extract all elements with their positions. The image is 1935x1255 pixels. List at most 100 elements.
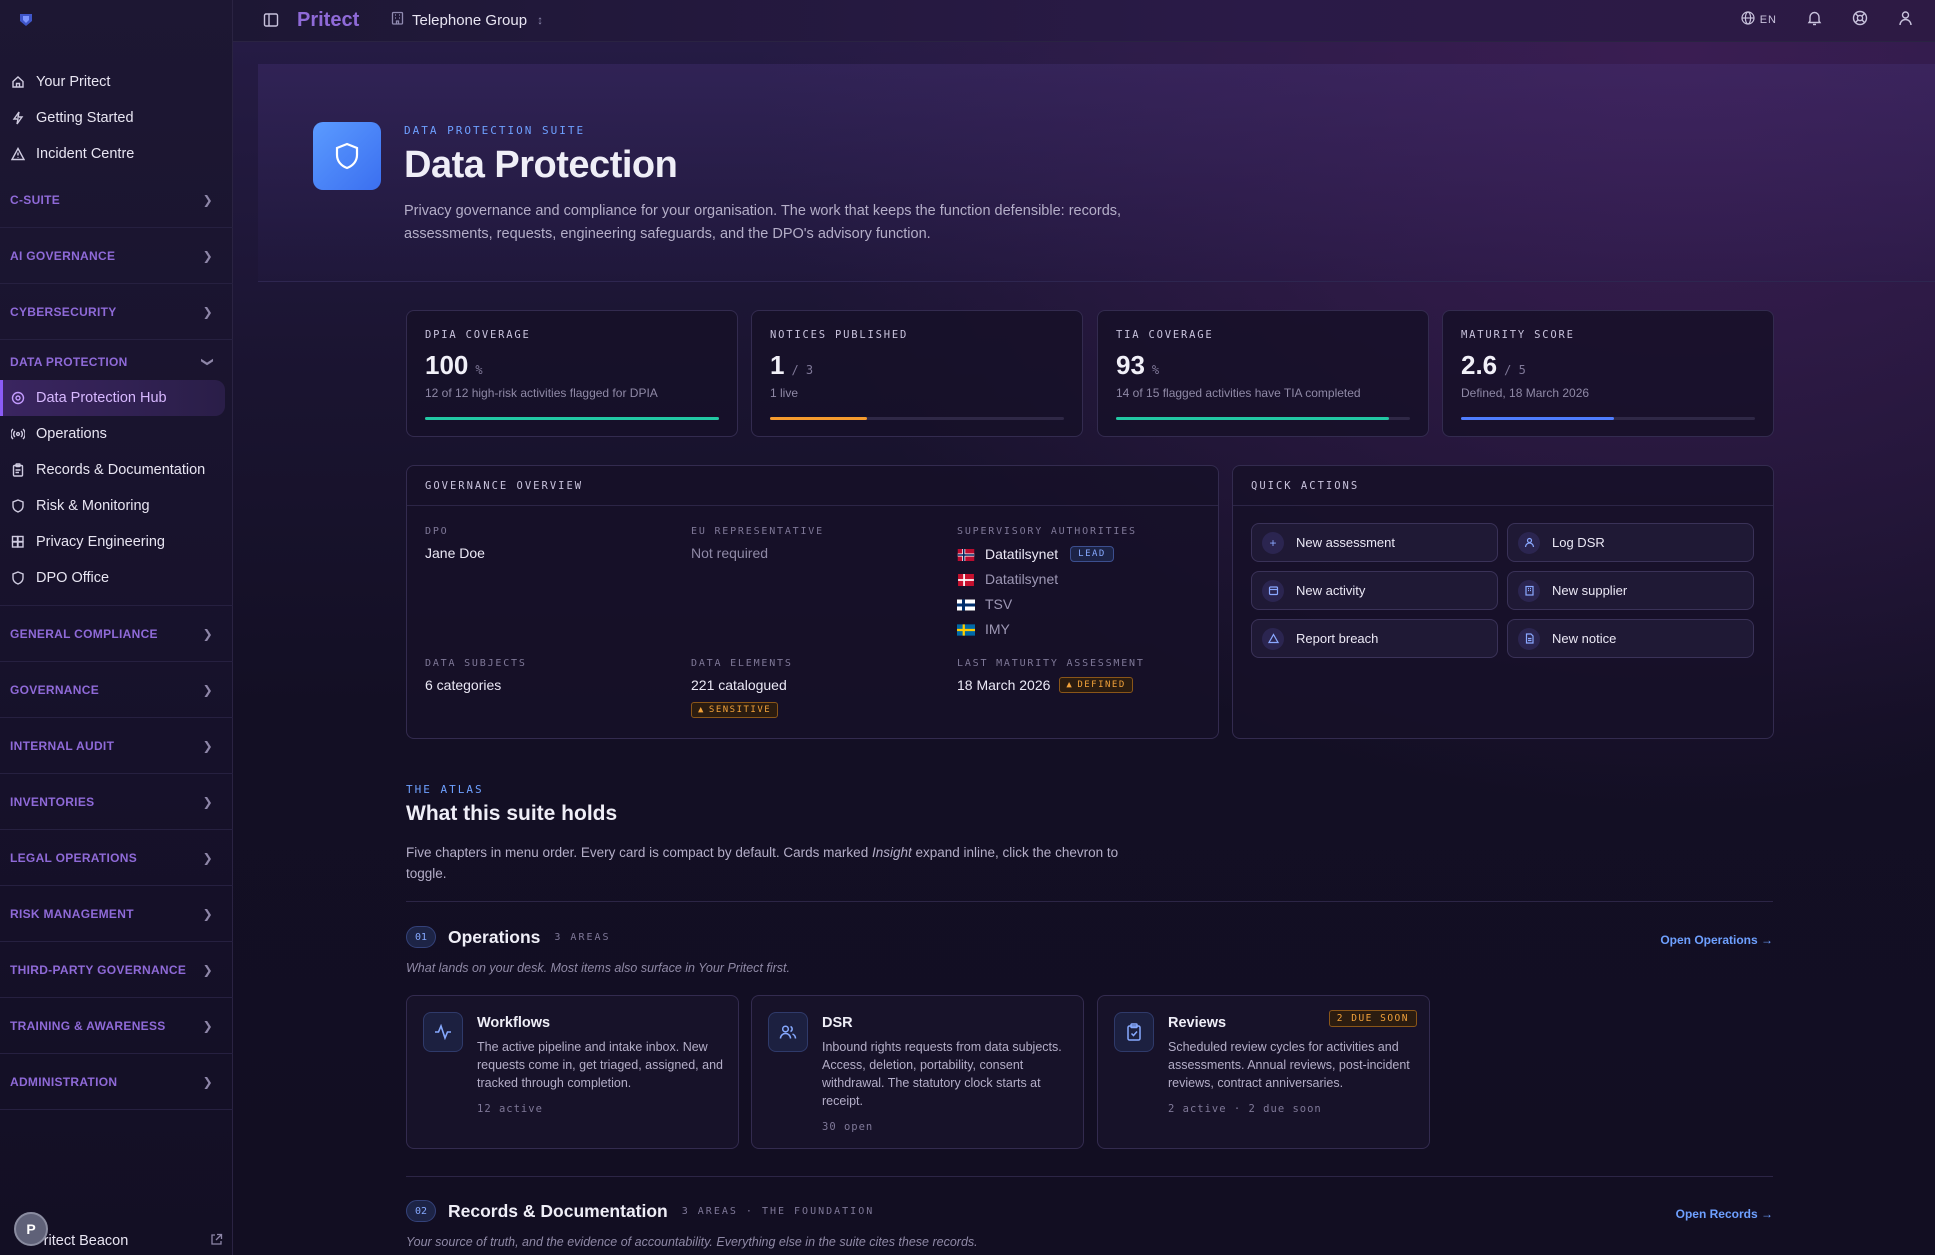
stat-unit: / 5 bbox=[1504, 363, 1526, 377]
sidebar-section-label: THIRD-PARTY GOVERNANCE bbox=[10, 962, 187, 977]
dsr-card[interactable]: DSR Inbound rights requests from data su… bbox=[751, 995, 1084, 1149]
sidebar-section-third-party-governance[interactable]: THIRD-PARTY GOVERNANCE ❯ bbox=[0, 942, 233, 998]
report-breach-button[interactable]: Report breach bbox=[1251, 619, 1498, 658]
section-divider bbox=[406, 1176, 1773, 1177]
sidebar-section-administration[interactable]: ADMINISTRATION ❯ bbox=[0, 1054, 233, 1110]
sidebar-section-label: DATA PROTECTION bbox=[10, 355, 128, 369]
stat-card-dpia-coverage[interactable]: DPIA COVERAGE 100% 12 of 12 high-risk ac… bbox=[406, 310, 738, 437]
sidebar-section-cybersecurity[interactable]: CYBERSECURITY ❯ bbox=[0, 284, 233, 340]
chevron-right-icon: ❯ bbox=[202, 626, 213, 641]
sidebar-nav: Your Pritect Getting Started Incident Ce… bbox=[0, 64, 233, 1110]
sidebar-section-governance[interactable]: GOVERNANCE ❯ bbox=[0, 662, 233, 718]
sidebar-item-risk-monitoring[interactable]: Risk & Monitoring bbox=[0, 488, 233, 524]
avatar[interactable]: P bbox=[14, 1212, 48, 1246]
finland-flag-icon bbox=[957, 598, 975, 610]
main-content: DATA PROTECTION SUITE Data Protection Pr… bbox=[233, 42, 1935, 1255]
stat-progress-bar bbox=[770, 417, 1064, 420]
sidebar-section-label: CYBERSECURITY bbox=[10, 304, 117, 319]
authority-name: IMY bbox=[985, 620, 1010, 637]
stat-label: MATURITY SCORE bbox=[1461, 329, 1575, 341]
organisation-switcher[interactable]: Telephone Group ↕ bbox=[391, 11, 543, 29]
hero-eyebrow: DATA PROTECTION SUITE bbox=[404, 124, 586, 137]
open-records-link[interactable]: Open Records → bbox=[1676, 1207, 1773, 1221]
stat-progress-bar bbox=[425, 417, 719, 420]
sidebar-section-data-protection[interactable]: DATA PROTECTION ❯ bbox=[0, 344, 233, 380]
pritect-logo-icon[interactable] bbox=[18, 12, 34, 28]
sidebar-item-privacy-engineering[interactable]: Privacy Engineering bbox=[0, 524, 233, 560]
new-assessment-button[interactable]: + New assessment bbox=[1251, 523, 1498, 562]
field-label: EU REPRESENTATIVE bbox=[691, 526, 824, 537]
stat-value: 93 bbox=[1116, 350, 1145, 380]
badge-label: DEFINED bbox=[1077, 680, 1126, 690]
stat-card-notices-published[interactable]: NOTICES PUBLISHED 1 / 3 1 live bbox=[751, 310, 1083, 437]
sidebar-section-risk-management[interactable]: RISK MANAGEMENT ❯ bbox=[0, 886, 233, 942]
sidebar-toggle-icon[interactable] bbox=[263, 12, 279, 33]
sidebar-section-legal-operations[interactable]: LEGAL OPERATIONS ❯ bbox=[0, 830, 233, 886]
sidebar-item-label: Risk & Monitoring bbox=[36, 498, 150, 514]
sidebar-item-label: Privacy Engineering bbox=[36, 534, 165, 550]
panel-title: GOVERNANCE OVERVIEW bbox=[407, 466, 1218, 506]
sidebar-item-operations[interactable]: Operations bbox=[0, 416, 233, 452]
chevron-right-icon: ❯ bbox=[202, 794, 213, 809]
card-title: DSR bbox=[822, 1015, 853, 1031]
clipboard-icon bbox=[10, 462, 26, 478]
new-activity-button[interactable]: New activity bbox=[1251, 571, 1498, 610]
new-notice-button[interactable]: New notice bbox=[1507, 619, 1754, 658]
sidebar-item-label: Getting Started bbox=[36, 110, 134, 126]
due-soon-badge: 2 DUE SOON bbox=[1328, 1010, 1417, 1027]
language-selector[interactable]: EN bbox=[1741, 11, 1777, 28]
governance-overview-panel: GOVERNANCE OVERVIEW DPO Jane Doe EU REPR… bbox=[406, 465, 1219, 739]
sidebar-item-your-pritect[interactable]: Your Pritect bbox=[0, 64, 233, 100]
atlas-description-text: Five chapters in menu order. Every card … bbox=[406, 845, 872, 860]
eu-representative-field: EU REPRESENTATIVE Not required bbox=[691, 526, 824, 561]
denmark-flag-icon bbox=[957, 573, 975, 586]
sidebar-item-incident-centre[interactable]: Incident Centre bbox=[0, 136, 233, 172]
sidebar-section-label: AI GOVERNANCE bbox=[10, 248, 116, 263]
sidebar-item-label: Data Protection Hub bbox=[36, 390, 167, 406]
stat-subtext: 1 live bbox=[770, 386, 799, 400]
atlas-eyebrow: THE ATLAS bbox=[406, 783, 484, 796]
card-description: The active pipeline and intake inbox. Ne… bbox=[477, 1040, 723, 1090]
new-supplier-button[interactable]: New supplier bbox=[1507, 571, 1754, 610]
document-icon bbox=[1518, 627, 1540, 650]
reviews-card[interactable]: Reviews 2 DUE SOON Scheduled review cycl… bbox=[1097, 995, 1430, 1149]
sidebar-section-ai-governance[interactable]: AI GOVERNANCE ❯ bbox=[0, 228, 233, 284]
help-icon[interactable] bbox=[1852, 10, 1868, 29]
button-label: New notice bbox=[1552, 631, 1617, 646]
authority-item: Datatilsynet LEAD bbox=[957, 541, 1137, 566]
open-operations-link[interactable]: Open Operations → bbox=[1660, 933, 1773, 947]
stat-label: TIA COVERAGE bbox=[1116, 329, 1214, 341]
sidebar-section-general-compliance[interactable]: GENERAL COMPLIANCE ❯ bbox=[0, 606, 233, 662]
sidebar-section-internal-audit[interactable]: INTERNAL AUDIT ❯ bbox=[0, 718, 233, 774]
defined-badge: ▲ DEFINED bbox=[1059, 677, 1133, 693]
stat-card-maturity-score[interactable]: MATURITY SCORE 2.6 / 5 Defined, 18 March … bbox=[1442, 310, 1774, 437]
bell-icon[interactable] bbox=[1807, 10, 1822, 29]
button-label: New activity bbox=[1296, 583, 1366, 598]
sidebar-item-data-protection-hub[interactable]: Data Protection Hub bbox=[0, 380, 225, 416]
chevron-right-icon: ❯ bbox=[202, 850, 213, 865]
bolt-icon bbox=[10, 110, 26, 126]
stat-unit: % bbox=[475, 363, 483, 377]
field-label: DATA ELEMENTS bbox=[691, 658, 793, 669]
stat-card-tia-coverage[interactable]: TIA COVERAGE 93% 14 of 15 flagged activi… bbox=[1097, 310, 1429, 437]
chevron-right-icon: ❯ bbox=[202, 738, 213, 753]
sidebar-item-dpo-office[interactable]: DPO Office bbox=[0, 560, 233, 596]
workflows-card[interactable]: Workflows The active pipeline and intake… bbox=[406, 995, 739, 1149]
shield-icon bbox=[313, 122, 381, 190]
sidebar-item-records-documentation[interactable]: Records & Documentation bbox=[0, 452, 233, 488]
brand-name[interactable]: Pritect bbox=[297, 9, 359, 32]
user-icon[interactable] bbox=[1898, 10, 1913, 29]
sidebar-section-inventories[interactable]: INVENTORIES ❯ bbox=[0, 774, 233, 830]
chevron-down-icon: ❯ bbox=[200, 356, 215, 368]
globe-icon bbox=[1741, 11, 1755, 28]
sidebar-item-label: DPO Office bbox=[36, 570, 110, 586]
sidebar-section-training-awareness[interactable]: TRAINING & AWARENESS ❯ bbox=[0, 998, 233, 1054]
chevron-right-icon: ❯ bbox=[202, 304, 213, 319]
sidebar-divider bbox=[0, 596, 233, 606]
stat-unit: / 3 bbox=[791, 363, 814, 377]
log-dsr-button[interactable]: Log DSR bbox=[1507, 523, 1754, 562]
sidebar-item-getting-started[interactable]: Getting Started bbox=[0, 100, 233, 136]
sidebar-section-c-suite[interactable]: C-SUITE ❯ bbox=[0, 172, 233, 228]
atlas-description-emphasis: Insight bbox=[871, 845, 912, 860]
operations-section-header: 01 Operations 3 AREAS bbox=[406, 926, 611, 948]
